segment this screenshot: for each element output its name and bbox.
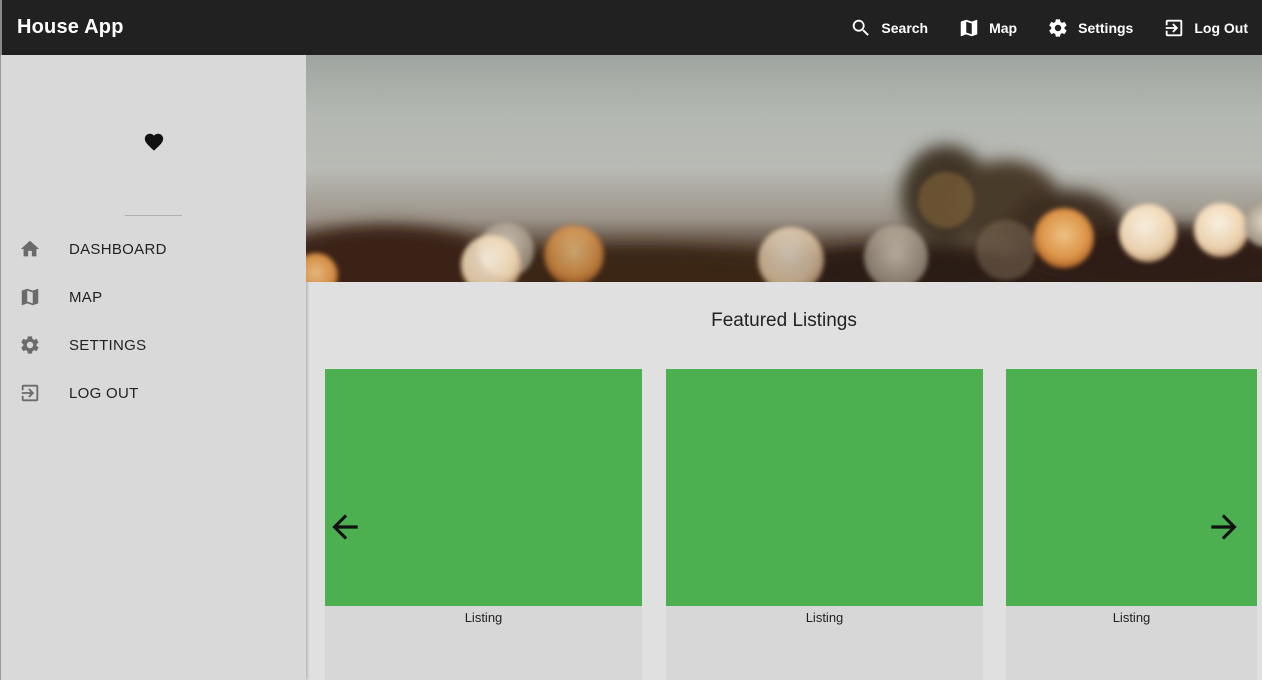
sidebar: DASHBOARD MAP SETTINGS LOG OUT xyxy=(0,55,306,680)
listing-label: Listing xyxy=(464,610,503,625)
listing-label: Listing xyxy=(805,610,844,625)
gear-icon xyxy=(1049,18,1067,37)
settings-button[interactable]: Settings xyxy=(1047,17,1133,39)
map-label: Map xyxy=(989,19,1018,36)
featured-listings-title: Featured Listings xyxy=(711,310,857,331)
sidebar-item-map[interactable]: MAP xyxy=(1,273,307,321)
listing-image xyxy=(325,369,642,606)
hero-banner-image xyxy=(306,55,1262,282)
home-icon xyxy=(19,238,41,260)
heart-icon xyxy=(143,131,165,153)
sidebar-item-settings[interactable]: SETTINGS xyxy=(1,321,307,369)
logout-label: Log Out xyxy=(1194,19,1248,36)
map-icon xyxy=(19,286,41,308)
arrow-left-icon xyxy=(332,514,358,540)
arrow-right-icon xyxy=(1211,514,1237,540)
search-label: Search xyxy=(881,19,929,36)
listing-card[interactable]: Listing xyxy=(325,369,642,680)
settings-label: Settings xyxy=(1078,19,1134,36)
bokeh-photo xyxy=(306,145,1262,282)
logout-button[interactable]: Log Out xyxy=(1163,17,1248,39)
carousel-prev-button[interactable] xyxy=(326,508,364,546)
sidebar-item-label: SETTINGS xyxy=(69,336,147,354)
gear-icon xyxy=(19,334,41,356)
sidebar-item-dashboard[interactable]: DASHBOARD xyxy=(1,225,307,273)
listing-label: Listing xyxy=(1112,610,1151,625)
listing-image xyxy=(666,369,983,606)
sidebar-nav: DASHBOARD MAP SETTINGS LOG OUT xyxy=(1,225,307,417)
logout-icon xyxy=(19,382,41,404)
logout-icon xyxy=(1166,19,1183,36)
listing-image xyxy=(1006,369,1257,606)
sidebar-item-label: LOG OUT xyxy=(69,384,139,402)
app-bar: House App Search Map Settings Log Out xyxy=(0,0,1262,55)
top-actions: Search Map Settings Log Out xyxy=(820,0,1248,55)
sidebar-item-label: DASHBOARD xyxy=(69,240,167,258)
listing-card[interactable]: Listing xyxy=(666,369,983,680)
carousel-next-button[interactable] xyxy=(1205,508,1243,546)
search-button[interactable]: Search xyxy=(850,17,928,39)
sidebar-divider xyxy=(125,215,182,216)
map-icon xyxy=(960,19,978,36)
sidebar-item-label: MAP xyxy=(69,288,103,306)
search-icon xyxy=(853,19,870,36)
sidebar-item-logout[interactable]: LOG OUT xyxy=(1,369,307,417)
app-title: House App xyxy=(17,16,124,38)
map-button[interactable]: Map xyxy=(958,17,1017,39)
